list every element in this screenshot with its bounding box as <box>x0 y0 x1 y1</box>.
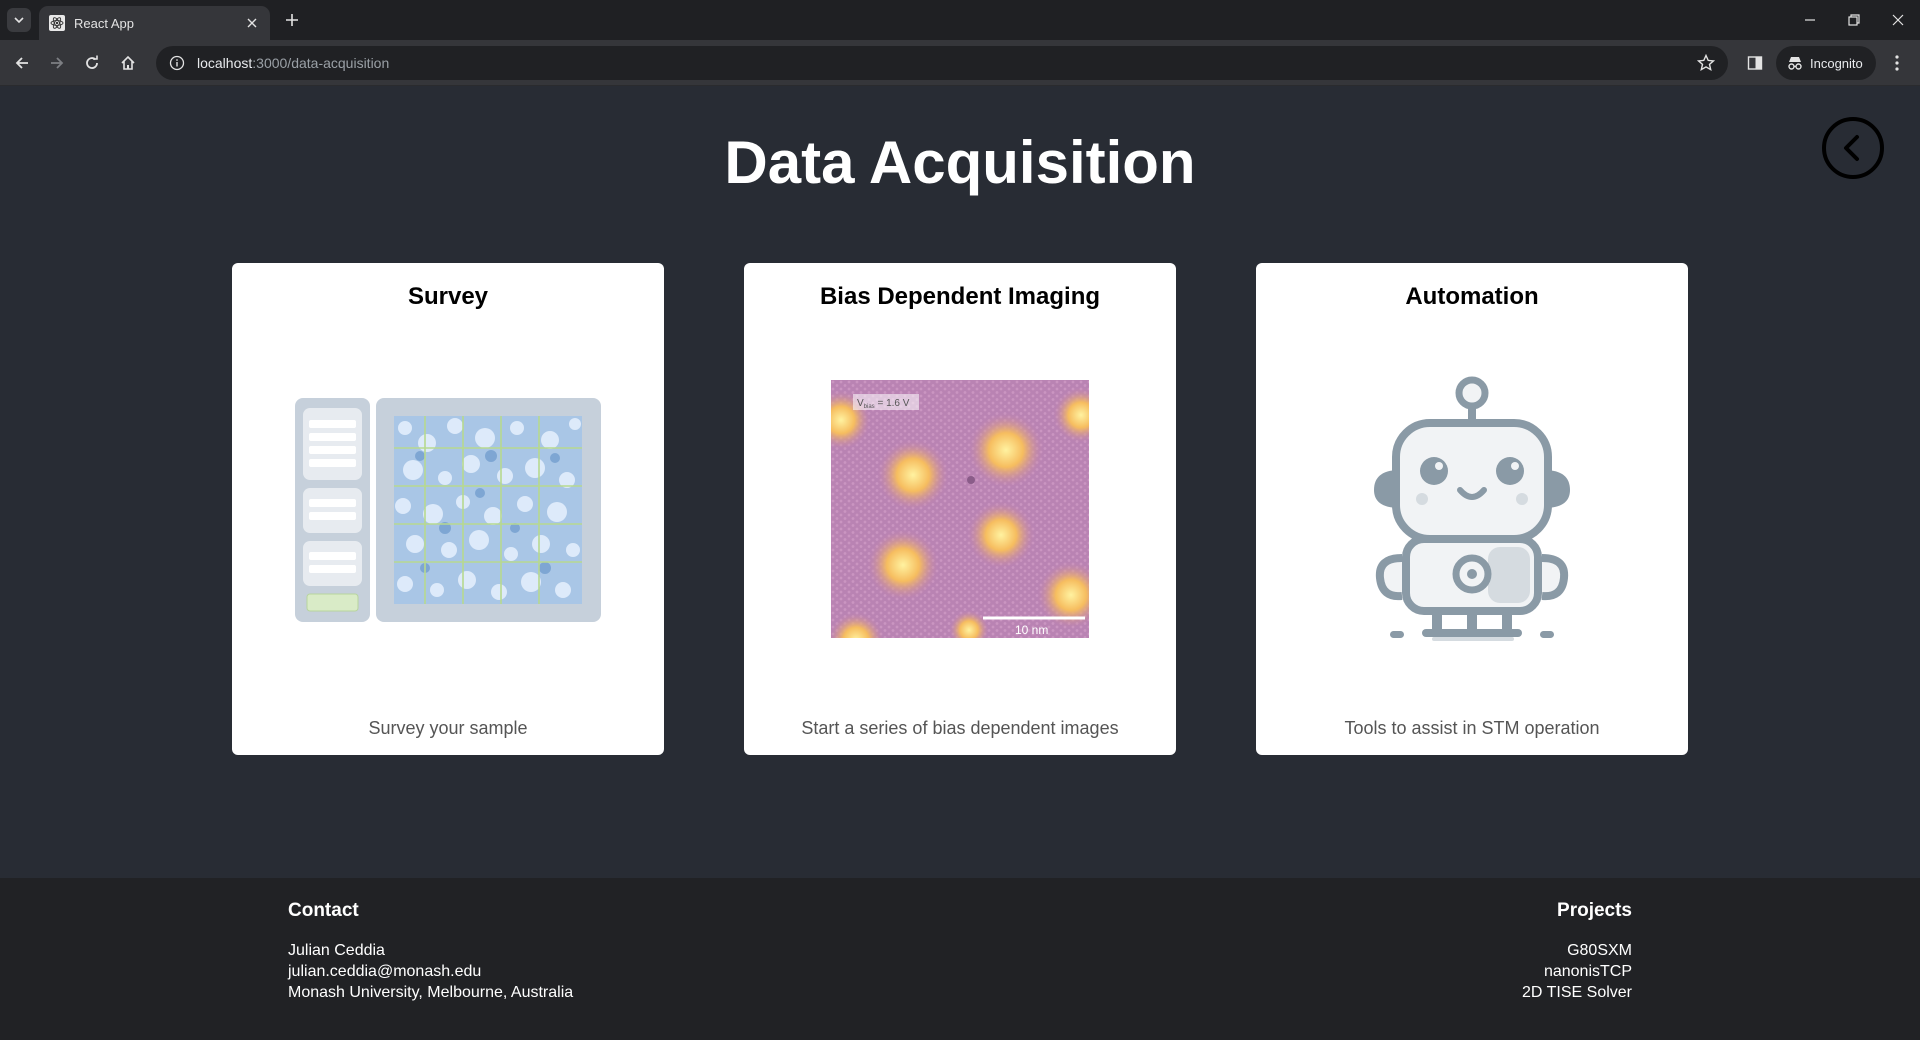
projects-section: Projects G80SXM nanonisTCP 2D TISE Solve… <box>1522 900 1632 1003</box>
url-path: :3000/data-acquisition <box>252 55 390 71</box>
footer: Contact Julian Ceddia julian.ceddia@mona… <box>0 878 1920 1040</box>
tab-title: React App <box>74 15 134 31</box>
automation-card[interactable]: Automation Tools to assist in STM operat… <box>1256 263 1688 755</box>
robot-icon <box>1374 376 1570 641</box>
project-link[interactable]: 2D TISE Solver <box>1522 982 1632 1003</box>
new-tab-plus-icon[interactable] <box>280 8 304 32</box>
browser-tab-strip: React App <box>0 0 1920 40</box>
contact-name: Julian Ceddia <box>288 942 385 959</box>
card-description: Survey your sample <box>368 718 528 738</box>
survey-card[interactable]: Survey Survey your sample <box>232 263 664 755</box>
restore-icon[interactable] <box>1832 0 1876 40</box>
survey-illustration <box>295 398 601 622</box>
incognito-icon <box>1786 54 1804 72</box>
projects-heading: Projects <box>1557 900 1632 921</box>
contact-affiliation: Monash University, Melbourne, Australia <box>288 984 574 1001</box>
bias-dependent-imaging-card[interactable]: Bias Dependent Imaging Vbias = 1.6 V 10 … <box>744 263 1176 755</box>
contact-heading: Contact <box>288 900 359 921</box>
browser-tab[interactable]: React App <box>39 6 270 40</box>
stm-image: Vbias = 1.6 V 10 nm <box>831 380 1089 638</box>
browser-toolbar: localhost:3000/data-acquisition Incognit… <box>0 40 1920 86</box>
incognito-label: Incognito <box>1810 55 1863 71</box>
page-title: Data Acquisition <box>724 129 1196 196</box>
react-favicon-icon <box>49 15 65 31</box>
card-description: Start a series of bias dependent images <box>801 718 1119 738</box>
tab-search-button[interactable] <box>7 8 31 32</box>
site-info-icon[interactable] <box>167 53 187 73</box>
chevron-down-icon <box>14 17 24 24</box>
card-title: Bias Dependent Imaging <box>819 283 1101 310</box>
url-text: localhost:3000/data-acquisition <box>197 55 389 71</box>
window-controls <box>1788 0 1920 40</box>
incognito-badge[interactable]: Incognito <box>1776 46 1876 80</box>
project-link[interactable]: G80SXM <box>1522 940 1632 961</box>
reload-icon[interactable] <box>78 49 106 77</box>
project-link[interactable]: nanonisTCP <box>1522 961 1632 982</box>
bookmark-star-icon[interactable] <box>1696 53 1716 73</box>
tab-close-icon[interactable] <box>244 15 260 31</box>
card-title: Survey <box>407 283 489 310</box>
url-host: localhost <box>197 55 253 71</box>
kebab-menu-icon[interactable] <box>1886 52 1908 74</box>
minimize-icon[interactable] <box>1788 0 1832 40</box>
card-title: Automation <box>1405 283 1539 310</box>
forward-arrow-icon[interactable] <box>43 49 71 77</box>
side-panel-icon[interactable] <box>1744 52 1766 74</box>
card-description: Tools to assist in STM operation <box>1344 718 1600 738</box>
back-arrow-icon[interactable] <box>8 49 36 77</box>
window-close-icon[interactable] <box>1876 0 1920 40</box>
address-bar[interactable]: localhost:3000/data-acquisition <box>156 46 1728 80</box>
scale-bar-label: 10 nm <box>1015 623 1048 637</box>
home-icon[interactable] <box>114 49 142 77</box>
contact-section: Contact Julian Ceddia julian.ceddia@mona… <box>288 900 573 1003</box>
contact-email: julian.ceddia@monash.edu <box>288 963 482 980</box>
